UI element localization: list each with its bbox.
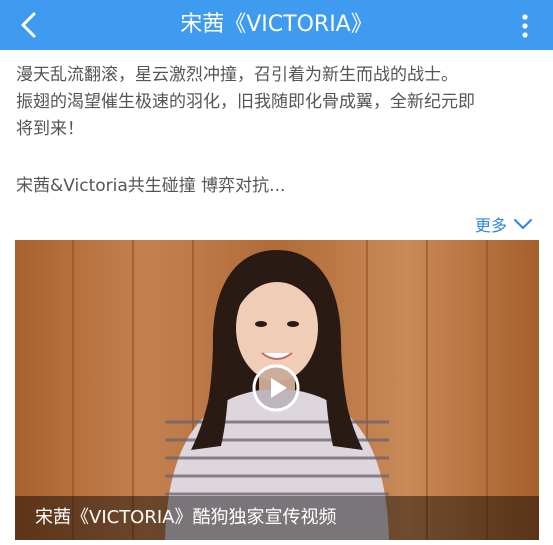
album-description: 漫天乱流翻滚，星云激烈冲撞，召引着为新生而战的战士。 振翅的渴望催生极速的羽化，… (16, 62, 541, 200)
description-line: 漫天乱流翻滚，星云激烈冲撞，召引着为新生而战的战士。 (16, 65, 458, 85)
more-vertical-icon[interactable] (515, 12, 535, 40)
expand-more-link[interactable]: 更多 (475, 212, 533, 236)
more-label: 更多 (474, 216, 507, 235)
video-caption: 宋茜《VICTORIA》酷狗独家宣传视频 (15, 496, 539, 540)
chevron-down-icon (514, 219, 532, 229)
promo-video-player[interactable]: 宋茜《VICTORIA》酷狗独家宣传视频 (15, 240, 539, 540)
top-app-bar: 宋茜《VICTORIA》 (0, 0, 553, 50)
play-icon[interactable] (251, 363, 301, 413)
description-summary: 宋茜&Victoria共生碰撞 博弈对抗... (16, 176, 286, 196)
page-title: 宋茜《VICTORIA》 (180, 12, 373, 37)
description-line: 振翅的渴望催生极速的羽化，旧我随即化骨成翼，全新纪元即 (16, 92, 475, 112)
description-line: 将到来！ (16, 119, 84, 139)
